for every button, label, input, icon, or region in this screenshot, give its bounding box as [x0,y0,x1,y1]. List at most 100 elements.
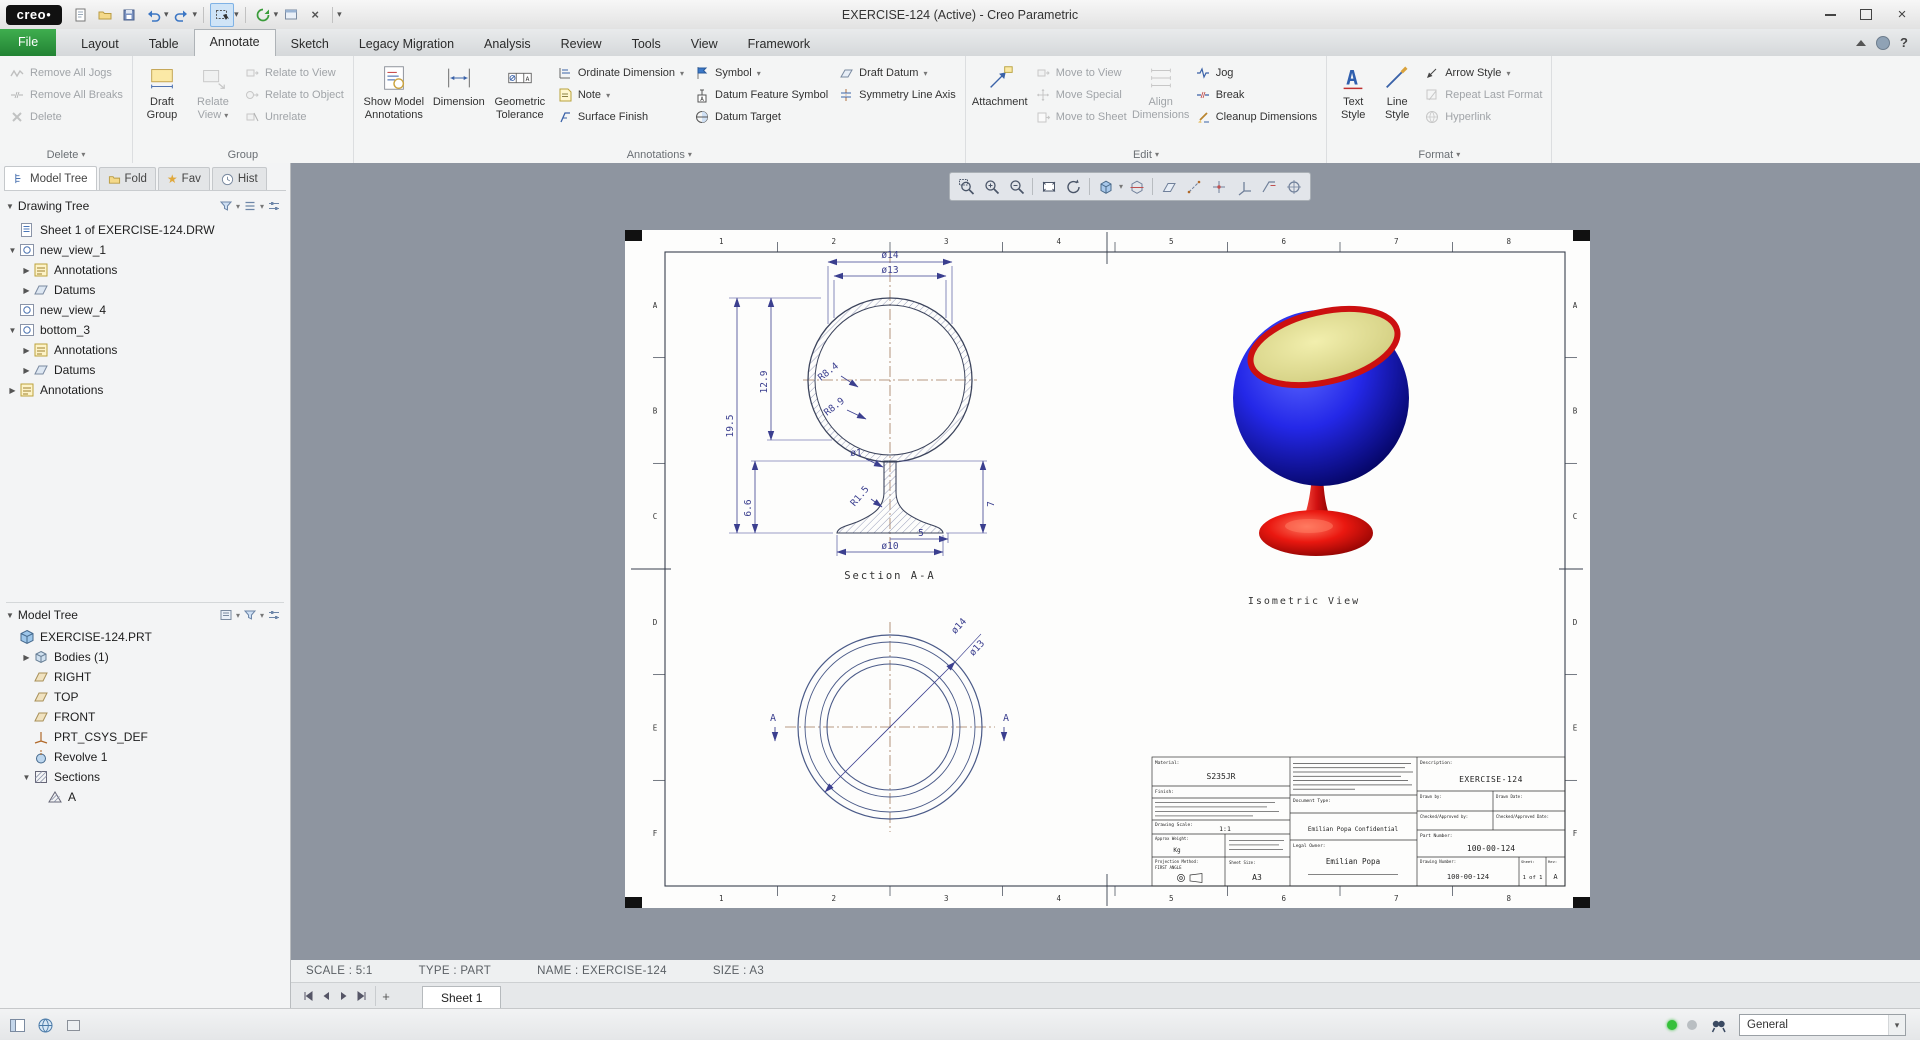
tree-list-icon[interactable] [240,197,260,215]
refit-icon[interactable] [1037,175,1060,198]
attachment-button[interactable]: Attachment [971,59,1029,109]
collapse-icon[interactable]: ▼ [6,326,19,335]
ordinate-dimension-button[interactable]: Ordinate Dimension ▾ [553,62,688,84]
expand-icon[interactable]: ▶ [20,286,33,295]
accessory-window-icon[interactable] [62,1014,84,1036]
zoom-in-icon[interactable] [980,175,1003,198]
relate-to-object-button[interactable]: Relate to Object [240,84,348,106]
break-button[interactable]: Break [1191,84,1322,106]
point-symbol-display-icon[interactable] [1207,175,1230,198]
expand-icon[interactable]: ▶ [20,346,33,355]
collapse-icon[interactable]: ▼ [20,773,33,782]
expand-icon[interactable]: ▶ [20,266,33,275]
navigator-toggle-icon[interactable] [6,1014,28,1036]
draft-datum-button[interactable]: Draft Datum ▾ [834,62,960,84]
select-mode-icon[interactable] [210,2,235,27]
arrow-style-button[interactable]: Arrow Style ▾ [1420,62,1546,84]
tree-item-a[interactable]: A [2,787,288,807]
repeat-last-format-button[interactable]: Repeat Last Format [1420,84,1546,106]
symmetry-line-axis-button[interactable]: Symmetry Line Axis [834,84,960,106]
chevron-down-icon[interactable]: ▾ [1888,1015,1905,1035]
geometric-tolerance-button[interactable]: A Geometric Tolerance [489,59,551,121]
group-group-label[interactable]: Group [138,146,348,163]
first-sheet-icon[interactable] [299,986,317,1006]
collapse-icon[interactable]: ▼ [6,246,19,255]
close-window-icon[interactable]: × [304,4,326,26]
display-style-icon[interactable] [1094,175,1117,198]
tree-item-new-view-1[interactable]: ▼ new_view_1 [2,240,288,260]
selection-filter-dropdown[interactable]: General ▾ [1739,1014,1906,1036]
delete-group-label[interactable]: Delete ▾ [5,146,127,163]
move-special-button[interactable]: Move Special [1031,84,1131,106]
tab-sketch[interactable]: Sketch [276,32,344,56]
tree-item-bottom-3[interactable]: ▼ bottom_3 [2,320,288,340]
cleanup-dimensions-button[interactable]: Cleanup Dimensions [1191,106,1322,128]
move-to-sheet-button[interactable]: Move to Sheet [1031,106,1131,128]
redo-icon[interactable] [171,4,193,26]
tab-tools[interactable]: Tools [617,32,676,56]
save-icon[interactable] [118,4,140,26]
section-view-icon[interactable] [1125,175,1148,198]
minimize-icon[interactable] [1812,0,1848,29]
collapse-icon[interactable]: ▼ [6,202,14,211]
tree-item-right[interactable]: RIGHT [2,667,288,687]
sheet-tab[interactable]: Sheet 1 [422,986,502,1009]
web-browser-toggle-icon[interactable] [34,1014,56,1036]
tree-item-sheet-1-of-exercise-124-drw[interactable]: Sheet 1 of EXERCISE-124.DRW [2,220,288,240]
align-dimensions-button[interactable]: Align Dimensions [1132,59,1189,121]
tree-item-prt-csys-def[interactable]: PRT_CSYS_DEF [2,727,288,747]
repaint-icon[interactable] [1062,175,1085,198]
display-style-caret-icon[interactable]: ▾ [1119,182,1123,191]
undo-caret-icon[interactable]: ▾ [164,9,169,20]
surface-finish-button[interactable]: Surface Finish [553,106,688,128]
expand-icon[interactable]: ▶ [20,653,33,662]
tab-layout[interactable]: Layout [66,32,134,56]
tree-item-exercise-124-prt[interactable]: EXERCISE-124.PRT [2,627,288,647]
tab-history[interactable]: Hist [211,167,267,190]
remove-all-breaks-button[interactable]: Remove All Breaks [5,84,127,106]
show-model-annotations-button[interactable]: Show Model Annotations [359,59,429,121]
tree-item-datums[interactable]: ▶ Datums [2,280,288,300]
jog-button[interactable]: Jog [1191,62,1322,84]
window-manager-icon[interactable] [280,4,302,26]
datum-axis-display-icon[interactable] [1182,175,1205,198]
tree-settings-icon[interactable] [264,197,284,215]
delete-button[interactable]: Delete [5,106,127,128]
customize-qat-icon[interactable]: ▾ [337,9,342,20]
spin-center-icon[interactable] [1282,175,1305,198]
tree-item-front[interactable]: FRONT [2,707,288,727]
select-mode-caret-icon[interactable]: ▾ [234,9,239,20]
regenerate-caret-icon[interactable]: ▾ [274,9,279,20]
tree-item-revolve-1[interactable]: Revolve 1 [2,747,288,767]
tree-item-bodies-1-[interactable]: ▶ Bodies (1) [2,647,288,667]
tab-legacy-migration[interactable]: Legacy Migration [344,32,469,56]
tab-review[interactable]: Review [546,32,617,56]
tab-framework[interactable]: Framework [733,32,826,56]
hyperlink-button[interactable]: Hyperlink [1420,106,1546,128]
close-icon[interactable]: × [1884,0,1920,29]
symbol-button[interactable]: Symbol ▾ [690,62,832,84]
model-tree-settings-icon[interactable] [264,606,284,624]
undo-icon[interactable] [142,4,164,26]
model-tree-show-icon[interactable] [216,606,236,624]
tree-item-new-view-4[interactable]: new_view_4 [2,300,288,320]
last-sheet-icon[interactable] [353,986,371,1006]
expand-icon[interactable]: ▶ [20,366,33,375]
new-file-icon[interactable] [70,4,92,26]
graphics-area[interactable]: ▾ 1 1 2 2 3 3 4 4 5 5 6 6 7 7 8 8 A A B … [291,163,1920,960]
add-sheet-icon[interactable]: + [375,986,396,1006]
help-icon[interactable]: ? [1900,35,1908,50]
find-icon[interactable] [1707,1014,1729,1036]
format-group-label[interactable]: Format ▾ [1332,146,1546,163]
edit-group-label[interactable]: Edit ▾ [971,146,1321,163]
tree-item-sections[interactable]: ▼ Sections [2,767,288,787]
tab-analysis[interactable]: Analysis [469,32,546,56]
tree-item-annotations[interactable]: ▶ Annotations [2,380,288,400]
zoom-region-icon[interactable] [955,175,978,198]
expand-icon[interactable]: ▶ [6,386,19,395]
relate-view-button[interactable]: Relate View ▾ [188,59,238,121]
next-sheet-icon[interactable] [335,986,353,1006]
drawing-sheet[interactable]: 1122334455667788AABBCCDDEEFF ø14 ø13 19.… [625,230,1590,908]
csys-display-icon[interactable] [1232,175,1255,198]
remove-all-jogs-button[interactable]: Remove All Jogs [5,62,127,84]
